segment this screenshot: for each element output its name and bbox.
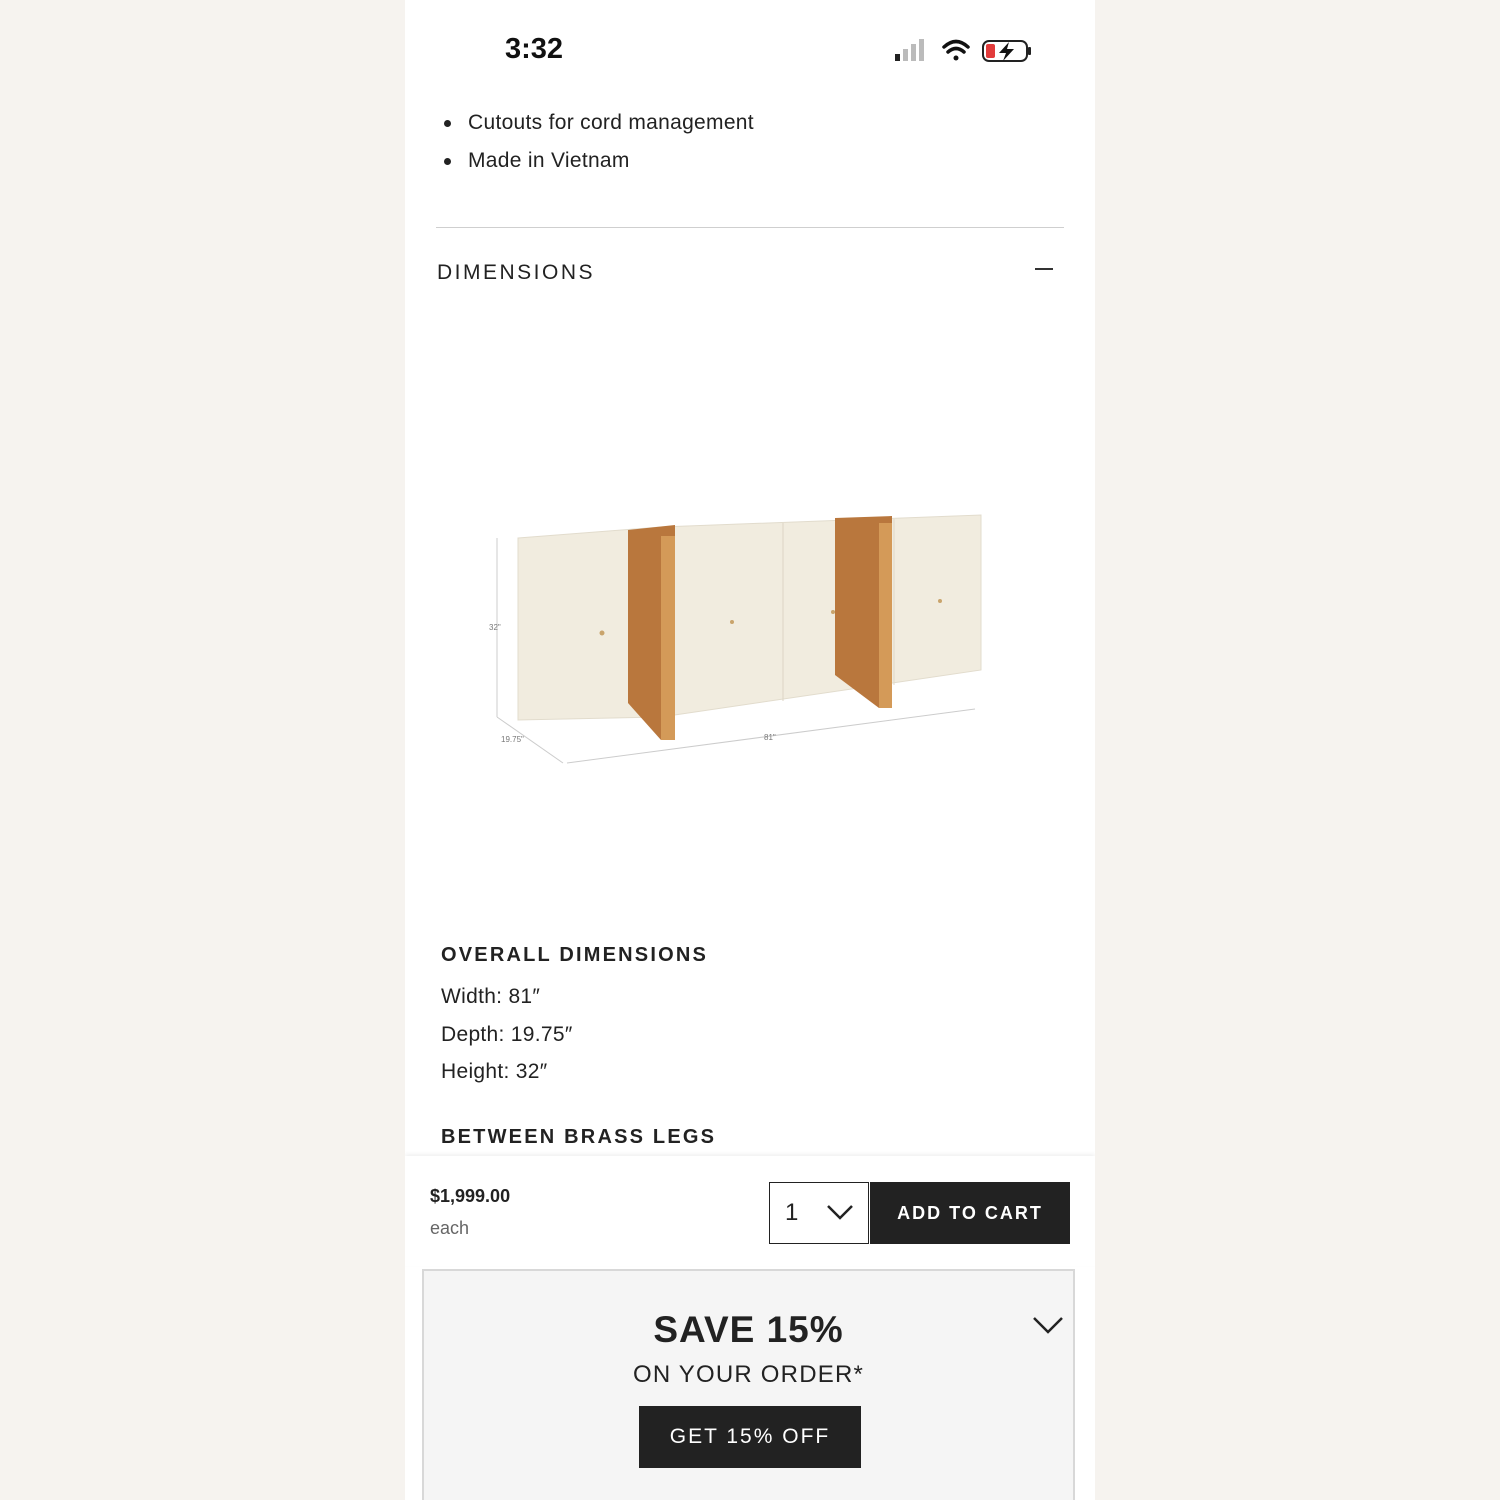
- get-discount-button[interactable]: GET 15% OFF: [639, 1406, 861, 1468]
- promo-banner: SAVE 15% ON YOUR ORDER* GET 15% OFF: [422, 1269, 1075, 1500]
- chevron-down-icon: [827, 1205, 853, 1220]
- status-time: 3:32: [505, 33, 564, 65]
- depth-value: Depth: 19.75″: [441, 1023, 573, 1046]
- height-value: Height: 32″: [441, 1060, 548, 1083]
- wifi-icon: [942, 39, 970, 61]
- promo-title: SAVE 15%: [653, 1309, 844, 1350]
- width-label: 81": [764, 733, 776, 742]
- battery-charging-icon: [982, 40, 1031, 62]
- collapse-icon[interactable]: [1035, 268, 1053, 270]
- add-to-cart-button[interactable]: ADD TO CART: [870, 1182, 1070, 1244]
- product-price: $1,999.00: [430, 1186, 511, 1206]
- price-unit: each: [430, 1218, 470, 1238]
- section-divider: [436, 227, 1064, 228]
- width-value: Width: 81″: [441, 985, 541, 1008]
- depth-label: 19.75": [501, 735, 524, 744]
- height-label: 32": [489, 623, 501, 632]
- overall-dimensions-heading: OVERALL DIMENSIONS: [441, 944, 709, 966]
- cellular-signal-icon: [895, 39, 924, 61]
- promo-subtitle: ON YOUR ORDER*: [632, 1361, 865, 1388]
- list-item: Cutouts for cord management: [441, 104, 754, 142]
- between-brass-legs-heading: BETWEEN BRASS LEGS: [441, 1126, 717, 1148]
- list-item: Made in Vietnam: [441, 142, 754, 180]
- dimensions-section-title[interactable]: DIMENSIONS: [437, 261, 595, 285]
- quantity-select[interactable]: 1: [769, 1182, 869, 1244]
- product-dimensions-image: 32" 19.75" 81": [485, 505, 985, 780]
- feature-list: Cutouts for cord management Made in Viet…: [441, 104, 754, 180]
- chevron-down-icon[interactable]: [1032, 1315, 1064, 1335]
- sticky-cart-bar: $1,999.00 each 1 ADD TO CART: [405, 1156, 1095, 1266]
- quantity-value: 1: [785, 1199, 799, 1226]
- status-icons: [893, 36, 1033, 66]
- phone-screen: 3:32 Cutouts for cord management Made in…: [405, 0, 1095, 1500]
